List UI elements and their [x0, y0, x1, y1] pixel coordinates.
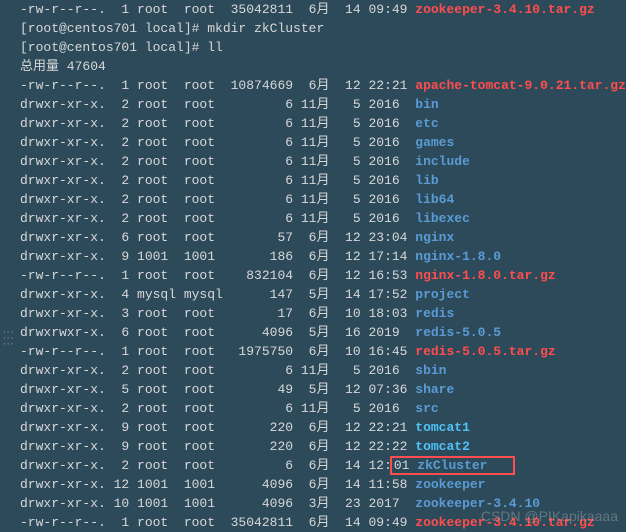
ls-entry: drwxr-xr-x. 2 root root 6 6月 14 12:01 zk… [20, 456, 626, 475]
ls-entry: drwxr-xr-x. 2 root root 6 11月 5 2016 inc… [20, 152, 626, 171]
ls-entry: drwxr-xr-x. 9 1001 1001 186 6月 12 17:14 … [20, 247, 626, 266]
ls-entry: drwxr-xr-x. 4 mysql mysql 147 5月 14 17:5… [20, 285, 626, 304]
command-line: [root@centos701 local]# mkdir zkCluster [20, 19, 626, 38]
total-line: 总用量 47604 [20, 57, 626, 76]
ellipsis-decoration: ········· [2, 330, 13, 348]
ls-entry: drwxr-xr-x. 2 root root 6 11月 5 2016 lib… [20, 190, 626, 209]
ls-entry: drwxr-xr-x. 12 1001 1001 4096 6月 14 11:5… [20, 475, 626, 494]
ls-entry: drwxr-xr-x. 6 root root 57 6月 12 23:04 n… [20, 228, 626, 247]
ls-entry: -rw-r--r--. 1 root root 1975750 6月 10 16… [20, 342, 626, 361]
ls-entry: drwxr-xr-x. 2 root root 6 11月 5 2016 src [20, 399, 626, 418]
ls-entry: -rw-r--r--. 1 root root 10874669 6月 12 2… [20, 76, 626, 95]
ls-entry: drwxr-xr-x. 2 root root 6 11月 5 2016 gam… [20, 133, 626, 152]
ls-entry: -rw-r--r--. 1 root root 35042811 6月 14 0… [20, 0, 626, 19]
ls-entry: drwxr-xr-x. 2 root root 6 11月 5 2016 bin [20, 95, 626, 114]
ls-entry: drwxrwxr-x. 6 root root 4096 5月 16 2019 … [20, 323, 626, 342]
ls-entry: drwxr-xr-x. 9 root root 220 6月 12 22:21 … [20, 418, 626, 437]
ls-entry: drwxr-xr-x. 9 root root 220 6月 12 22:22 … [20, 437, 626, 456]
ls-entry: drwxr-xr-x. 2 root root 6 11月 5 2016 etc [20, 114, 626, 133]
watermark-text: CSDN @PIKapikaaaa [481, 507, 618, 526]
ls-entry: drwxr-xr-x. 2 root root 6 11月 5 2016 lib [20, 171, 626, 190]
ls-entry: drwxr-xr-x. 2 root root 6 11月 5 2016 lib… [20, 209, 626, 228]
command-line: [root@centos701 local]# ll [20, 38, 626, 57]
ls-entry: drwxr-xr-x. 5 root root 49 5月 12 07:36 s… [20, 380, 626, 399]
ls-entry: -rw-r--r--. 1 root root 832104 6月 12 16:… [20, 266, 626, 285]
ls-entry: drwxr-xr-x. 2 root root 6 11月 5 2016 sbi… [20, 361, 626, 380]
terminal-output[interactable]: -rw-r--r--. 1 root root 35042811 6月 14 0… [0, 0, 626, 532]
ls-entry: drwxr-xr-x. 3 root root 17 6月 10 18:03 r… [20, 304, 626, 323]
